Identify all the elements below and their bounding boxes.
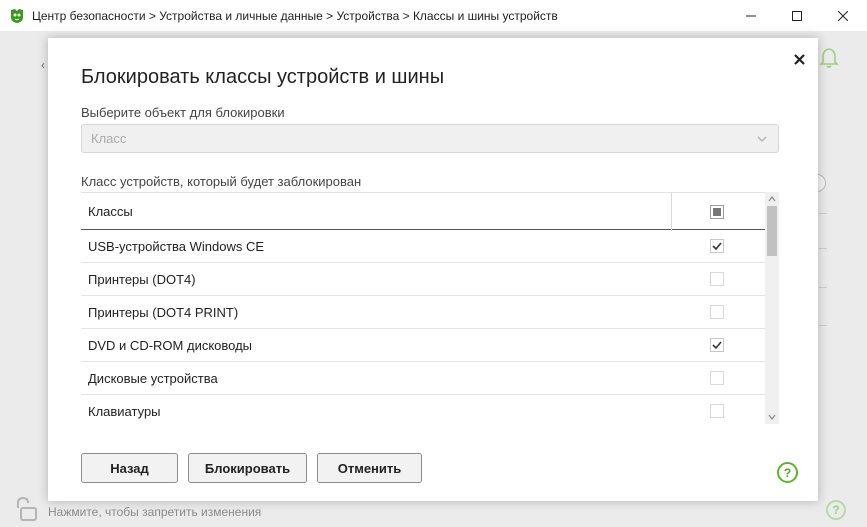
row-checkbox[interactable] [710,338,724,352]
select-all-checkbox[interactable] [710,205,724,219]
row-label: Принтеры (DOT4 PRINT) [88,304,239,320]
minimize-icon [746,15,756,16]
bell-icon[interactable] [819,47,839,69]
row-label: Клавиатуры [88,403,161,419]
column-header-classes: Классы [88,203,133,219]
select-object-label: Выберите объект для блокировки [81,105,285,120]
close-icon [793,53,805,65]
table-row[interactable]: Дисковые устройства [81,362,765,395]
maximize-icon [792,10,802,21]
app-logo-icon [11,8,23,23]
row-label: Дисковые устройства [88,370,218,386]
row-checkbox[interactable] [710,305,724,319]
dialog-close-button[interactable] [788,48,810,70]
indeterminate-mark-icon [713,208,721,216]
background-divider [819,248,827,249]
table-row[interactable]: Принтеры (DOT4 PRINT) [81,296,765,329]
table-row[interactable]: DVD и CD-ROM дисководы [81,329,765,362]
dialog-title: Блокировать классы устройств и шины [81,66,445,88]
row-label: USB-устройства Windows CE [88,238,265,254]
row-label: DVD и CD-ROM дисководы [88,337,253,353]
select-value: Класс [91,131,127,146]
row-checkbox[interactable] [710,272,724,286]
row-checkbox[interactable] [710,239,724,253]
window-close-button[interactable] [820,0,866,31]
scroll-up-button[interactable] [765,192,779,206]
scroll-thumb[interactable] [767,206,777,256]
minimize-button[interactable] [728,0,774,31]
background-help-icon[interactable]: ? [826,500,846,520]
background-divider [819,213,827,214]
chevron-up-icon [768,196,776,202]
block-classes-dialog: Блокировать классы устройств и шины Выбе… [48,38,818,501]
maximize-button[interactable] [774,0,820,31]
table-header: Классы [81,192,765,231]
background-divider [819,287,827,288]
row-checkbox[interactable] [710,371,724,385]
back-arrow-icon[interactable]: ‹ [41,58,45,72]
chevron-down-icon [768,414,776,420]
device-class-label: Класс устройств, который будет заблокиро… [81,174,362,189]
window-title: Центр безопасности > Устройства и личные… [32,8,558,23]
table-body: USB-устройства Windows CE Принтеры (DOT4… [81,230,765,424]
column-divider [671,193,672,231]
row-label: Принтеры (DOT4) [88,271,196,287]
table-row[interactable]: Принтеры (DOT4) [81,263,765,296]
object-type-select[interactable]: Класс [81,124,779,153]
background-divider [819,325,827,326]
checkmark-icon [712,341,722,350]
table-scrollbar[interactable] [765,192,779,424]
lock-hint-text[interactable]: Нажмите, чтобы запретить изменения [48,505,261,519]
back-button[interactable]: Назад [81,453,178,483]
block-button[interactable]: Блокировать [188,453,307,483]
unlock-icon[interactable] [13,496,39,522]
close-icon [838,10,848,21]
table-row[interactable]: USB-устройства Windows CE [81,230,765,263]
chevron-down-icon [757,136,767,142]
device-class-table: Классы USB-устройства Windows CE Принтер… [81,192,779,424]
scroll-down-button[interactable] [765,410,779,424]
table-row[interactable]: Клавиатуры [81,395,765,424]
cancel-button[interactable]: Отменить [317,453,422,483]
window-titlebar: Центр безопасности > Устройства и личные… [0,0,867,31]
row-checkbox[interactable] [710,404,724,418]
checkmark-icon [712,242,722,251]
help-icon[interactable]: ? [777,462,798,483]
